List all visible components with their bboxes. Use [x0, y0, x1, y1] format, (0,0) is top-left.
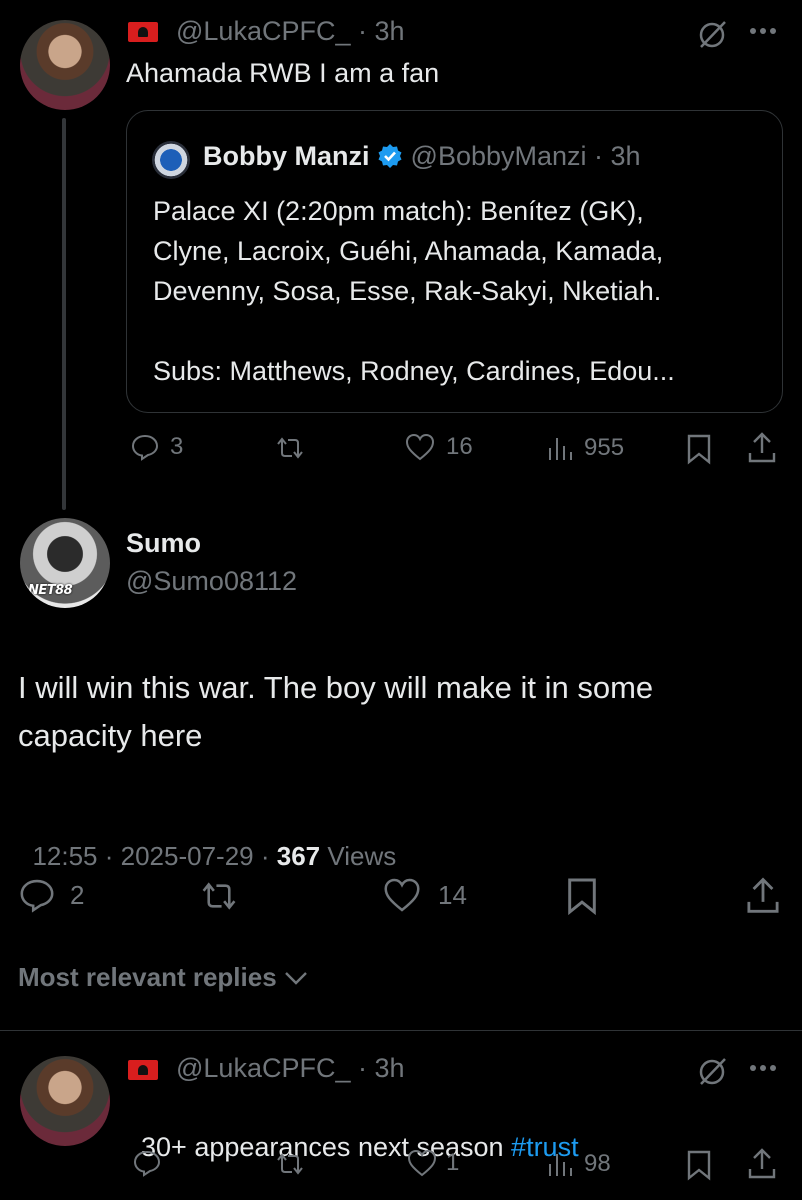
repost-button[interactable]: [198, 878, 240, 914]
repost-button[interactable]: [274, 1150, 306, 1178]
repost-icon: [277, 437, 303, 459]
author-name[interactable]: Sumo: [126, 528, 201, 559]
share-icon[interactable]: [746, 1147, 778, 1181]
albania-flag-icon: [128, 22, 158, 42]
like-count: 16: [446, 433, 473, 460]
heart-icon: [407, 1149, 437, 1177]
reply-author-handle[interactable]: @LukaCPFC_ · 3h: [176, 16, 405, 47]
views-button[interactable]: 98: [546, 1150, 611, 1178]
share-icon[interactable]: [744, 876, 782, 916]
bookmark-icon[interactable]: [686, 1149, 712, 1181]
quote-avatar: [152, 141, 190, 179]
tweet-line: capacity here: [18, 718, 203, 753]
heart-icon: [384, 878, 420, 912]
heart-icon: [405, 433, 435, 461]
views-count: 955: [584, 434, 625, 461]
reply-button[interactable]: 2: [18, 876, 84, 914]
reply-count: 2: [70, 879, 85, 910]
views-label: Views: [320, 841, 397, 871]
views-button[interactable]: 955: [546, 434, 624, 462]
grok-slash-icon[interactable]: [695, 1055, 729, 1089]
timestamp: · 3h: [358, 1053, 405, 1083]
share-icon[interactable]: [746, 431, 778, 465]
quote-text: Palace XI (2:20pm match): Benítez (GK), …: [153, 191, 675, 391]
avatar[interactable]: [20, 1056, 110, 1146]
bookmark-icon[interactable]: [686, 433, 712, 465]
tweet-meta: 12:55 · 2025-07-29 · 367 Views: [18, 810, 396, 872]
handle-text[interactable]: @LukaCPFC_: [176, 1053, 350, 1083]
divider: [0, 1030, 802, 1031]
like-count: 14: [438, 879, 467, 910]
chevron-down-icon: [284, 971, 307, 985]
sort-label: Most relevant replies: [18, 962, 277, 992]
verified-badge-icon: [378, 144, 402, 168]
reply-button[interactable]: 3: [130, 432, 183, 462]
quote-line: Subs: Matthews, Rodney, Cardines, Edou..…: [153, 356, 675, 386]
views-count: 98: [584, 1150, 611, 1177]
repost-icon: [277, 1153, 303, 1175]
reply-text: Ahamada RWB I am a fan: [126, 58, 440, 88]
like-button[interactable]: 14: [382, 876, 467, 914]
quote-author-handle[interactable]: @BobbyManzi: [411, 141, 587, 171]
views-count: 367: [276, 841, 321, 871]
avatar[interactable]: NET88: [20, 518, 110, 608]
views-icon: [549, 438, 572, 460]
tweet-text: I will win this war. The boy will make i…: [18, 664, 653, 760]
reply-author-handle[interactable]: @LukaCPFC_ · 3h: [176, 1053, 405, 1084]
timestamp: · 3h: [358, 16, 405, 46]
like-button[interactable]: 1: [406, 1148, 459, 1178]
thread-line: [62, 118, 66, 510]
reply-icon: [20, 879, 54, 913]
reply-count: 3: [170, 433, 184, 460]
avatar-watermark: NET88: [28, 583, 73, 598]
like-count: 1: [446, 1149, 460, 1176]
more-options-icon[interactable]: [748, 26, 778, 36]
quote-line: Palace XI (2:20pm match): Benítez (GK),: [153, 196, 644, 226]
more-options-icon[interactable]: [748, 1063, 778, 1073]
author-handle[interactable]: @Sumo08112: [126, 566, 297, 597]
like-button[interactable]: 16: [404, 432, 473, 462]
grok-slash-icon[interactable]: [695, 18, 729, 52]
quote-line: Clyne, Lacroix, Guéhi, Ahamada, Kamada,: [153, 236, 664, 266]
quoted-tweet-card[interactable]: Bobby Manzi @BobbyManzi · 3h Palace XI (…: [126, 110, 783, 413]
repost-icon: [202, 882, 236, 910]
reply-icon: [133, 1150, 161, 1177]
repost-button[interactable]: [274, 434, 306, 462]
views-icon: [549, 1154, 572, 1176]
reply-icon: [131, 434, 159, 461]
tweet-line: I will win this war. The boy will make i…: [18, 670, 654, 705]
bookmark-icon[interactable]: [566, 876, 598, 916]
handle-text[interactable]: @LukaCPFC_: [176, 16, 350, 46]
albania-flag-icon: [128, 1060, 158, 1080]
quote-author-name[interactable]: Bobby Manzi: [203, 141, 370, 171]
tweet-timestamp[interactable]: 12:55 · 2025-07-29 ·: [32, 841, 276, 871]
sort-replies-selector[interactable]: Most relevant replies: [18, 962, 309, 993]
reply-text: 30+ appearances next season #trust: [126, 1091, 579, 1167]
quote-line: Devenny, Sosa, Esse, Rak-Sakyi, Nketiah.: [153, 276, 662, 306]
quote-timestamp: · 3h: [594, 141, 641, 171]
reply-button[interactable]: [132, 1148, 162, 1178]
avatar[interactable]: [20, 20, 110, 110]
